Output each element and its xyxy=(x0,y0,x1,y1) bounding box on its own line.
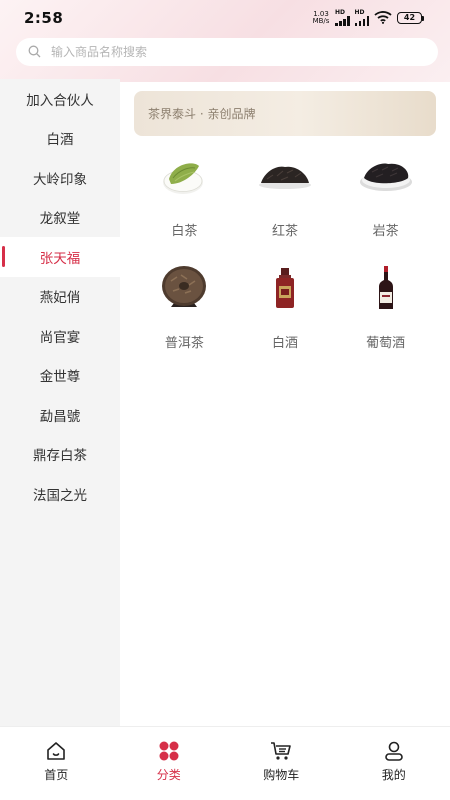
search-bar[interactable] xyxy=(16,38,438,66)
sidebar-item-zhangtianfu[interactable]: 张天福 xyxy=(0,237,120,277)
sidebar-item-mengchanghao[interactable]: 勐昌號 xyxy=(0,395,120,435)
battery-level: 42 xyxy=(397,12,422,24)
profile-icon xyxy=(382,739,406,763)
battery-icon: 42 xyxy=(397,12,424,24)
sidebar-item-longxutang[interactable]: 龙叙堂 xyxy=(0,198,120,238)
status-icons: 1.03 MB/s HD HD 42 xyxy=(312,9,424,28)
brand-banner[interactable]: 茶界泰斗 · 亲创品牌 xyxy=(134,91,436,136)
tab-category[interactable]: 分类 xyxy=(113,727,226,800)
product-wine[interactable]: 葡萄酒 xyxy=(335,260,436,366)
rock-tea-icon xyxy=(356,148,416,204)
sidebar-item-france[interactable]: 法国之光 xyxy=(0,474,120,514)
tab-label: 我的 xyxy=(381,768,406,782)
wifi-icon xyxy=(374,9,392,28)
product-puer-tea[interactable]: 普洱茶 xyxy=(134,260,235,366)
bottom-tab-bar: 首页 分类 购物车 我的 xyxy=(0,726,450,800)
signal-1-icon: HD xyxy=(335,10,350,26)
white-tea-icon xyxy=(154,148,214,204)
network-speed: 1.03 MB/s xyxy=(312,11,330,25)
sidebar-item-baijiu[interactable]: 白酒 xyxy=(0,119,120,159)
search-icon xyxy=(28,43,41,62)
cart-icon xyxy=(269,739,293,763)
product-label: 普洱茶 xyxy=(164,336,204,351)
signal-2-icon: HD xyxy=(354,10,369,26)
status-time: 2:58 xyxy=(24,9,64,27)
product-black-tea[interactable]: 红茶 xyxy=(235,148,336,254)
category-icon xyxy=(157,739,181,763)
tab-home[interactable]: 首页 xyxy=(0,727,113,800)
product-label: 葡萄酒 xyxy=(366,336,406,351)
search-input[interactable] xyxy=(51,45,411,59)
sidebar-item-dingcun[interactable]: 鼎存白茶 xyxy=(0,435,120,475)
product-label: 白酒 xyxy=(271,336,298,351)
baijiu-bottle-icon xyxy=(255,260,315,316)
tab-profile[interactable]: 我的 xyxy=(338,727,450,800)
puer-cake-icon xyxy=(154,260,214,316)
product-white-tea[interactable]: 白茶 xyxy=(134,148,235,254)
home-icon xyxy=(44,739,68,763)
product-label: 白茶 xyxy=(171,224,198,239)
product-rock-tea[interactable]: 岩茶 xyxy=(335,148,436,254)
tab-cart[interactable]: 购物车 xyxy=(225,727,338,800)
sidebar-item-daling[interactable]: 大岭印象 xyxy=(0,158,120,198)
sidebar-item-partner[interactable]: 加入合伙人 xyxy=(0,79,120,119)
status-bar: 2:58 1.03 MB/s HD HD 42 xyxy=(0,0,450,36)
network-speed-unit: MB/s xyxy=(312,17,330,25)
banner-text: 茶界泰斗 · 亲创品牌 xyxy=(148,107,256,121)
product-baijiu[interactable]: 白酒 xyxy=(235,260,336,366)
product-label: 岩茶 xyxy=(372,224,399,239)
sidebar-item-jinshizun[interactable]: 金世尊 xyxy=(0,356,120,396)
tab-label: 分类 xyxy=(156,768,181,782)
product-label: 红茶 xyxy=(271,224,298,239)
tab-label: 首页 xyxy=(44,768,69,782)
sidebar-item-yanfeiqiao[interactable]: 燕妃俏 xyxy=(0,277,120,317)
tab-label: 购物车 xyxy=(263,768,300,782)
sidebar-item-shangguanyan[interactable]: 尚官宴 xyxy=(0,316,120,356)
category-sidebar: 加入合伙人 白酒 大岭印象 龙叙堂 张天福 燕妃俏 尚官宴 金世尊 勐昌號 鼎存… xyxy=(0,79,120,726)
black-tea-icon xyxy=(255,148,315,204)
wine-bottle-icon xyxy=(356,260,416,316)
product-grid: 白茶 红茶 岩茶 普洱茶 白酒 葡萄酒 xyxy=(134,148,436,366)
